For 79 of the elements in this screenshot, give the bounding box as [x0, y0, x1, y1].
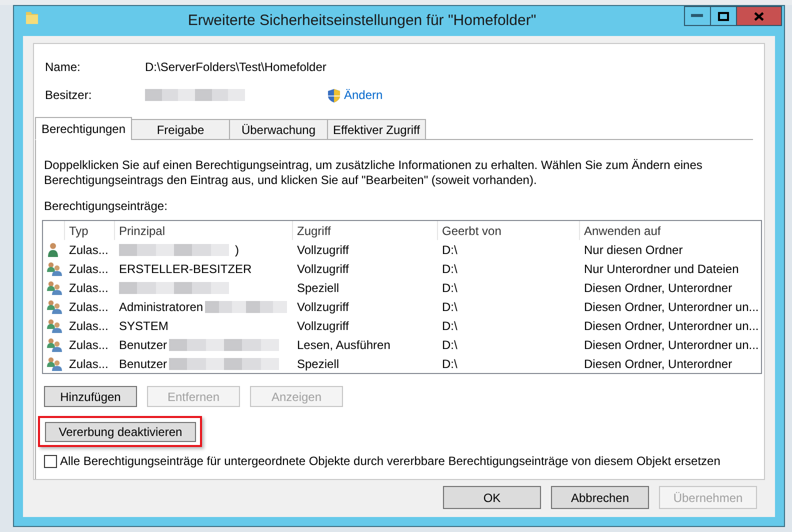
checkbox-label: Alle Berechtigungseinträge für untergeordnete Objekte durch vererbbare Berechtigungseinträge von diesem Objekt ersetzen	[60, 454, 720, 468]
table-cell: Benutzer	[119, 356, 168, 370]
table-cell-text: Vollzugriff	[296, 242, 350, 258]
table-cell-text: Zulas...	[68, 260, 110, 278]
close-icon	[754, 12, 764, 20]
table-cell: Benutzer	[119, 338, 168, 352]
name-value: D:\ServerFolders\Test\Homefolder	[145, 60, 326, 74]
table-cell-text: Vollzugriff	[296, 298, 350, 316]
table-cell-text: D:\	[441, 356, 458, 372]
table-row[interactable]: Zulas... Speziell D:\ Diesen Ordner, Unterordner	[43, 278, 761, 297]
table-cell-text: D:\	[441, 318, 458, 334]
table-cell: SYSTEM	[119, 318, 168, 332]
table-row[interactable]: Zulas... SYSTEM Vollzugriff D:\ Diesen Ordner, Unterordner un...	[43, 316, 761, 335]
description-text: Doppelklicken Sie auf einen Berechtigungseintrag, um zusätzliche Informationen zu erhalten. Wählen Sie zum Ändern eines Berechtigungseintrags den Eintrag aus, und klicken Sie auf "Bearbeiten" (soweit vorhanden).	[44, 158, 704, 188]
column-header: Zugriff	[293, 221, 438, 240]
table-cell-text: Vollzugriff	[296, 260, 350, 278]
user-icon	[46, 242, 60, 257]
table-cell-text: D:\	[441, 280, 458, 296]
table-row[interactable]: Zulas... ERSTELLER-BESITZER Vollzugriff D:\ Nur Unterordner und Dateien	[43, 259, 761, 278]
column-header: Typ	[65, 221, 115, 240]
users-icon	[46, 280, 62, 295]
table-row[interactable]: Zulas... ) Vollzugriff D:\ Nur diesen Ordner	[43, 240, 761, 259]
change-owner-link[interactable]: Ändern	[344, 88, 383, 102]
table-cell-text: Zulas...	[68, 336, 110, 354]
button[interactable]: OK	[443, 486, 541, 509]
table-cell-text: Zulas...	[68, 280, 110, 296]
entries-label: Berechtigungseinträge:	[44, 199, 168, 213]
table-cell-text: Diesen Ordner, Unterordner un...	[583, 318, 760, 334]
table-cell-text: D:\	[441, 298, 458, 316]
users-icon	[46, 318, 62, 333]
tab[interactable]: Freigabe	[131, 119, 230, 140]
users-icon	[46, 261, 62, 276]
minimize-icon	[691, 14, 704, 18]
tab[interactable]: Berechtigungen	[35, 117, 132, 140]
table-cell-text: Zulas...	[68, 242, 110, 258]
close-button[interactable]	[736, 6, 782, 26]
table-cell-text: Nur diesen Ordner	[583, 242, 684, 258]
table-cell: Administratoren	[119, 300, 204, 314]
table-cell-text: Speziell	[296, 280, 340, 296]
button[interactable]: Hinzufügen	[44, 386, 137, 407]
table-cell-text: Diesen Ordner, Unterordner un...	[583, 298, 760, 316]
table-row[interactable]: Zulas... Benutzer Lesen, Ausführen D:\ Diesen Ordner, Unterordner un...	[43, 335, 761, 354]
table-cell-text: Vollzugriff	[296, 318, 350, 334]
tab[interactable]: Überwachung	[229, 119, 328, 140]
shield-icon	[327, 88, 341, 102]
owner-label: Besitzer:	[45, 88, 93, 102]
column-header: Prinzipal	[115, 221, 293, 240]
window-title: Erweiterte Sicherheitseinstellungen für "Homefolder"	[188, 12, 536, 28]
checkbox[interactable]	[44, 454, 57, 468]
table-cell-text: Zulas...	[68, 318, 110, 334]
table-cell-text: Lesen, Ausführen	[296, 336, 392, 354]
table-cell: ERSTELLER-BESITZER	[119, 262, 252, 276]
folder-icon	[25, 9, 39, 25]
button[interactable]: Abbrechen	[551, 486, 649, 509]
table-cell-text: D:\	[441, 242, 458, 258]
table-row[interactable]: Zulas... Benutzer Speziell D:\ Diesen Ordner, Unterordner	[43, 354, 761, 373]
table-cell-text: Zulas...	[68, 298, 110, 316]
users-icon	[46, 356, 62, 371]
table-cell-text: Nur Unterordner und Dateien	[583, 260, 740, 278]
table-cell-text: Zulas...	[68, 356, 110, 372]
table-cell-text: Diesen Ordner, Unterordner un...	[583, 336, 760, 354]
maximize-button[interactable]	[710, 6, 737, 26]
table-cell-text: Diesen Ordner, Unterordner	[583, 356, 734, 372]
table-cell-text: D:\	[441, 336, 458, 354]
maximize-icon	[718, 12, 729, 20]
minimize-button[interactable]	[684, 6, 711, 26]
users-icon	[46, 337, 62, 352]
name-label: Name:	[45, 60, 82, 74]
table-cell: )	[235, 242, 239, 256]
table-cell-text: Diesen Ordner, Unterordner	[583, 280, 734, 296]
column-header: Geerbt von	[438, 221, 580, 240]
table-row[interactable]: Zulas... Administratoren Vollzugriff D:\ Diesen Ordner, Unterordner un...	[43, 297, 761, 316]
table-cell-text: D:\	[441, 260, 458, 278]
table-cell-text: Speziell	[296, 356, 340, 372]
tab[interactable]: Effektiver Zugriff	[327, 119, 426, 140]
permissions-list[interactable]	[42, 220, 762, 374]
users-icon	[46, 299, 62, 314]
disable-inheritance-button[interactable]: Vererbung deaktivieren	[45, 422, 196, 442]
column-header: Anwenden auf	[583, 222, 662, 240]
